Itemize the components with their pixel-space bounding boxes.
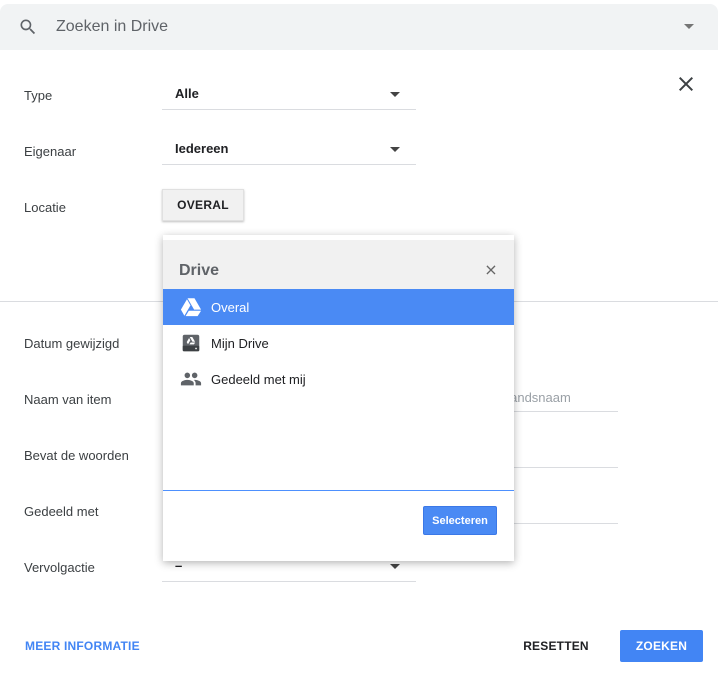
date-modified-label: Datum gewijzigd <box>24 336 120 351</box>
location-picker-dialog: Drive × Overal Mijn Drive Gedeeld met mi… <box>163 235 514 561</box>
reset-button[interactable]: RESETTEN <box>512 630 600 662</box>
select-button[interactable]: Selecteren <box>423 506 497 535</box>
location-option-label: Mijn Drive <box>211 336 269 351</box>
location-option-mijn-drive[interactable]: Mijn Drive <box>163 325 514 361</box>
location-option-label: Gedeeld met mij <box>211 372 306 387</box>
dialog-title: Drive <box>179 262 220 279</box>
owner-chevron-down-icon <box>390 147 400 152</box>
dialog-header: Drive × <box>163 240 514 290</box>
my-drive-icon <box>182 334 200 352</box>
item-name-field[interactable]: standsnaam <box>500 384 618 412</box>
search-button[interactable]: ZOEKEN <box>620 630 703 662</box>
shared-with-label: Gedeeld met <box>24 504 99 519</box>
shared-with-field[interactable] <box>500 496 618 524</box>
location-option-label: Overal <box>211 300 250 315</box>
follow-up-label: Vervolgactie <box>24 560 95 575</box>
location-label: Locatie <box>24 200 66 215</box>
people-icon <box>180 372 202 386</box>
item-name-label: Naam van item <box>24 392 112 407</box>
follow-up-chevron-down-icon <box>390 564 400 569</box>
contains-words-label: Bevat de woorden <box>24 448 129 463</box>
owner-select-value: Iedereen <box>175 141 229 156</box>
owner-select[interactable]: Iedereen <box>162 133 416 165</box>
search-icon[interactable] <box>18 17 38 37</box>
location-button[interactable]: OVERAL <box>162 189 244 221</box>
search-bar <box>0 4 718 50</box>
dialog-close-icon[interactable]: × <box>481 260 501 280</box>
owner-label: Eigenaar <box>24 144 77 159</box>
type-select[interactable]: Alle <box>162 78 416 110</box>
contains-words-field[interactable] <box>500 440 618 468</box>
drive-logo-icon <box>180 298 202 317</box>
type-label: Type <box>24 88 53 103</box>
search-input[interactable] <box>56 4 616 50</box>
more-info-link[interactable]: MEER INFORMATIE <box>25 639 140 653</box>
location-option-overal[interactable]: Overal <box>163 289 514 325</box>
type-select-value: Alle <box>175 86 199 101</box>
location-option-gedeeld-met-mij[interactable]: Gedeeld met mij <box>163 361 514 397</box>
search-options-dropdown-icon[interactable] <box>684 24 694 29</box>
type-chevron-down-icon <box>390 92 400 97</box>
close-icon[interactable] <box>674 72 698 96</box>
dialog-divider <box>163 490 514 491</box>
